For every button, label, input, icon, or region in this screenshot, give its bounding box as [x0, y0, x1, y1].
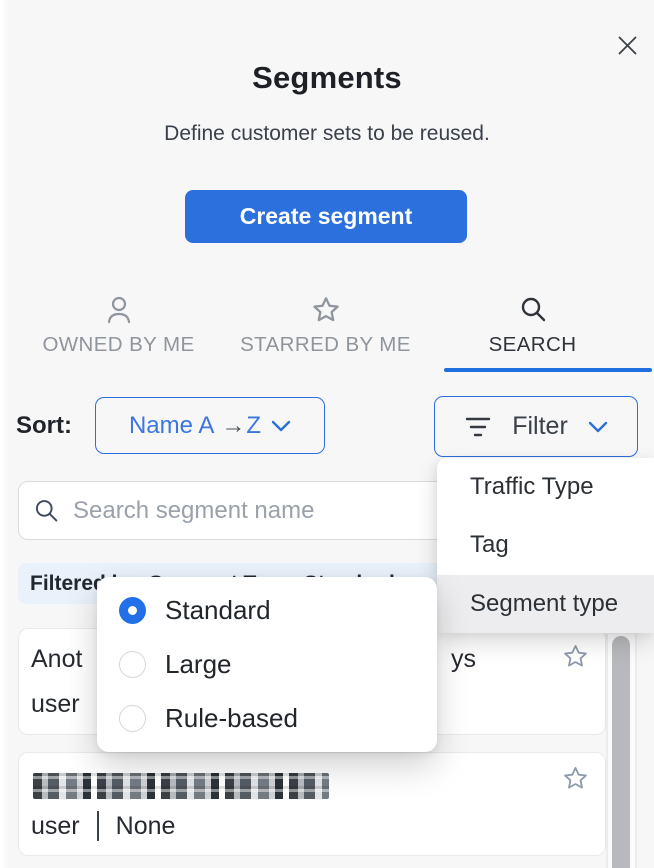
person-icon	[105, 295, 133, 325]
meta-divider	[97, 811, 99, 841]
create-segment-button[interactable]: Create segment	[185, 190, 467, 243]
sort-dropdown[interactable]: Name A→Z	[95, 397, 325, 454]
tab-bar: OWNED BY ME STARRED BY ME SEARCH	[15, 295, 637, 357]
tab-label: SEARCH	[489, 333, 577, 357]
filter-icon	[464, 416, 492, 438]
segments-drawer: Segments Define customer sets to be reus…	[0, 0, 654, 868]
page-subtitle: Define customer sets to be reused.	[0, 122, 654, 146]
chevron-down-icon	[271, 420, 291, 432]
menu-item-tag[interactable]: Tag	[437, 516, 654, 574]
close-button[interactable]	[615, 33, 639, 57]
segment-name-fragment: ys	[451, 645, 476, 674]
radio-unselected-icon[interactable]	[119, 651, 146, 678]
redacted-segment-name	[33, 773, 329, 799]
tab-label: STARRED BY ME	[240, 333, 411, 357]
sort-label: Sort:	[16, 412, 72, 440]
tab-owned-by-me[interactable]: OWNED BY ME	[15, 295, 222, 357]
filter-menu: Traffic Type Tag Segment type	[437, 458, 654, 633]
filter-dropdown-button[interactable]: Filter	[434, 396, 638, 457]
star-toggle-icon[interactable]	[562, 765, 589, 792]
radio-option-large[interactable]: Large	[97, 638, 437, 692]
segment-card[interactable]: userNone	[18, 752, 606, 856]
radio-option-rule-based[interactable]: Rule-based	[97, 692, 437, 746]
segment-name-fragment: Anot	[31, 645, 82, 674]
tab-label: OWNED BY ME	[42, 333, 194, 357]
radio-unselected-icon[interactable]	[119, 705, 146, 732]
radio-selected-icon[interactable]	[119, 597, 146, 624]
active-tab-underline	[444, 368, 652, 372]
segment-meta: user	[31, 690, 80, 719]
radio-option-standard[interactable]: Standard	[97, 584, 437, 638]
tab-search[interactable]: SEARCH	[429, 295, 636, 357]
star-toggle-icon[interactable]	[562, 643, 589, 670]
segment-meta: userNone	[31, 811, 175, 841]
sort-value: Name A→Z	[129, 412, 261, 440]
search-icon	[33, 498, 59, 524]
arrow-right-glyph: →	[221, 412, 245, 439]
search-icon	[518, 295, 548, 325]
page-title: Segments	[0, 60, 654, 96]
tab-starred-by-me[interactable]: STARRED BY ME	[222, 295, 429, 357]
menu-item-segment-type[interactable]: Segment type	[437, 575, 654, 633]
scrollbar-thumb[interactable]	[612, 636, 630, 868]
chevron-down-icon	[588, 421, 608, 433]
close-icon	[618, 36, 637, 55]
menu-item-traffic-type[interactable]: Traffic Type	[437, 458, 654, 516]
filter-label: Filter	[512, 412, 568, 441]
segment-type-popup: Standard Large Rule-based	[97, 577, 437, 752]
star-icon	[311, 295, 341, 325]
